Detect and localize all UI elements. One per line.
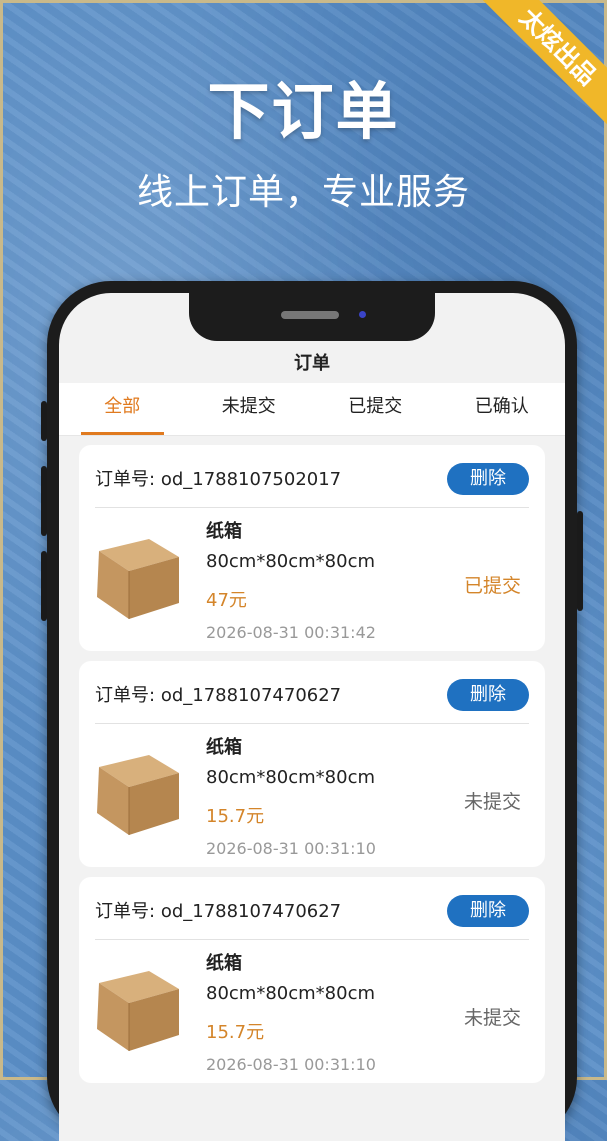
- tab-all[interactable]: 全部: [59, 383, 186, 435]
- order-status: 未提交: [463, 791, 521, 813]
- product-size: 80cm*80cm*80cm: [206, 551, 376, 572]
- divider: [95, 507, 529, 508]
- cardboard-box-icon: [93, 961, 181, 1053]
- order-tabs: 全部 未提交 已提交 已确认: [59, 383, 565, 436]
- tab-unsubmitted[interactable]: 未提交: [186, 383, 313, 435]
- product-name: 纸箱: [206, 953, 242, 974]
- page-title: 订单: [294, 353, 330, 374]
- product-price: 47元: [206, 590, 247, 611]
- notch: [189, 293, 435, 341]
- product-size: 80cm*80cm*80cm: [206, 767, 376, 788]
- order-card[interactable]: 订单号: od_1788107502017 删除 纸箱 80cm*80cm*80…: [79, 445, 545, 651]
- delete-button[interactable]: 删除: [447, 463, 529, 495]
- order-number-value: od_1788107470627: [160, 901, 342, 922]
- tab-confirmed[interactable]: 已确认: [439, 383, 566, 435]
- order-status: 已提交: [463, 575, 521, 597]
- divider: [95, 939, 529, 940]
- phone-side-button: [577, 511, 583, 611]
- product-price: 15.7元: [206, 1022, 265, 1043]
- order-time: 2026-08-31 00:31:10: [206, 1055, 376, 1074]
- divider: [95, 723, 529, 724]
- phone-side-button: [41, 466, 47, 536]
- speaker: [281, 311, 339, 319]
- product-price: 15.7元: [206, 806, 265, 827]
- phone-side-button: [41, 401, 47, 441]
- order-number: 订单号: od_1788107470627: [95, 681, 341, 707]
- order-number-value: od_1788107502017: [160, 469, 342, 490]
- order-time: 2026-08-31 00:31:10: [206, 839, 376, 858]
- order-number: 订单号: od_1788107502017: [95, 465, 341, 491]
- order-card[interactable]: 订单号: od_1788107470627 删除 纸箱 80cm*80cm*80…: [79, 661, 545, 867]
- phone-frame: 订单 全部 未提交 已提交 已确认 订单号: od_1788107502017 …: [41, 281, 583, 1141]
- front-camera: [359, 311, 366, 318]
- cardboard-box-icon: [93, 745, 181, 837]
- order-number: 订单号: od_1788107470627: [95, 897, 341, 923]
- cardboard-box-icon: [93, 529, 181, 621]
- phone-side-button: [41, 551, 47, 621]
- order-number-label: 订单号:: [95, 901, 156, 922]
- delete-button[interactable]: 删除: [447, 895, 529, 927]
- product-name: 纸箱: [206, 521, 242, 542]
- product-size: 80cm*80cm*80cm: [206, 983, 376, 1004]
- order-number-label: 订单号:: [95, 469, 156, 490]
- promo-headline: 下订单: [207, 75, 400, 148]
- order-card[interactable]: 订单号: od_1788107470627 删除 纸箱 80cm*80cm*80…: [79, 877, 545, 1083]
- product-name: 纸箱: [206, 737, 242, 758]
- order-status: 未提交: [463, 1007, 521, 1029]
- order-number-label: 订单号:: [95, 685, 156, 706]
- tab-submitted[interactable]: 已提交: [312, 383, 439, 435]
- delete-button[interactable]: 删除: [447, 679, 529, 711]
- phone-screen: 订单 全部 未提交 已提交 已确认 订单号: od_1788107502017 …: [59, 293, 565, 1141]
- promo-subline: 线上订单，专业服务: [136, 172, 470, 213]
- order-time: 2026-08-31 00:31:42: [206, 623, 376, 642]
- order-number-value: od_1788107470627: [160, 685, 342, 706]
